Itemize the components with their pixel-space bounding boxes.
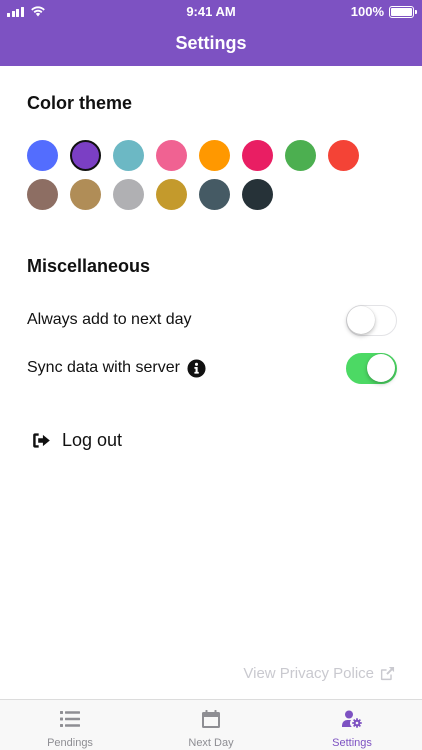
color-theme-heading: Color theme (27, 93, 133, 113)
color-swatch[interactable] (70, 179, 101, 210)
settings-screen: 9:41 AM 100% Settings Color theme Miscel… (0, 0, 422, 750)
color-swatch[interactable] (113, 140, 144, 171)
page-title: Settings (175, 33, 247, 53)
tab-settings[interactable]: Settings (282, 700, 422, 750)
color-swatch[interactable] (199, 179, 230, 210)
color-swatch[interactable] (113, 179, 144, 210)
color-swatch[interactable] (27, 179, 58, 210)
color-swatch[interactable] (242, 140, 273, 171)
tab-next-day-label: Next Day (188, 737, 234, 749)
color-swatch[interactable] (156, 140, 187, 171)
color-swatch[interactable] (156, 179, 187, 210)
sign-out-icon (33, 433, 50, 448)
color-swatch[interactable] (199, 140, 230, 171)
sync-toggle[interactable] (346, 352, 397, 384)
privacy-policy-link[interactable]: View Privacy Police (243, 665, 395, 682)
color-swatch[interactable] (242, 179, 273, 210)
privacy-policy-label: View Privacy Police (243, 665, 374, 682)
external-link-icon (380, 666, 395, 681)
logout-button[interactable]: Log out (32, 430, 122, 451)
status-bar: 9:41 AM 100% (0, 0, 422, 22)
tab-settings-label: Settings (332, 737, 372, 749)
status-bar-right: 100% (350, 4, 417, 19)
tab-pendings-label: Pendings (47, 737, 93, 749)
tab-pendings[interactable]: Pendings (0, 700, 140, 750)
tab-bar: Pendings Next Day Settings (0, 699, 422, 750)
always-add-row: Always add to next day (27, 302, 397, 338)
calendar-icon (202, 710, 220, 728)
toggle-knob (367, 353, 395, 382)
header: 9:41 AM 100% Settings (0, 0, 422, 66)
battery-percent: 100% (350, 4, 384, 19)
sync-label-group: Sync data with server (27, 358, 206, 378)
battery-icon (389, 5, 417, 18)
miscellaneous-heading: Miscellaneous (27, 256, 151, 276)
logout-label: Log out (62, 430, 123, 450)
color-swatch[interactable] (328, 140, 359, 171)
color-swatch[interactable] (70, 140, 101, 171)
user-cog-icon (342, 710, 362, 728)
always-add-toggle[interactable] (346, 304, 397, 336)
toggle-knob (347, 305, 375, 334)
sync-row: Sync data with server (27, 350, 397, 386)
always-add-label: Always add to next day (27, 311, 192, 328)
tab-next-day[interactable]: Next Day (141, 700, 281, 750)
sync-label: Sync data with server (27, 359, 180, 376)
list-icon (60, 711, 80, 727)
color-swatch[interactable] (285, 140, 316, 171)
info-icon[interactable] (187, 358, 206, 378)
color-swatch[interactable] (27, 140, 58, 171)
